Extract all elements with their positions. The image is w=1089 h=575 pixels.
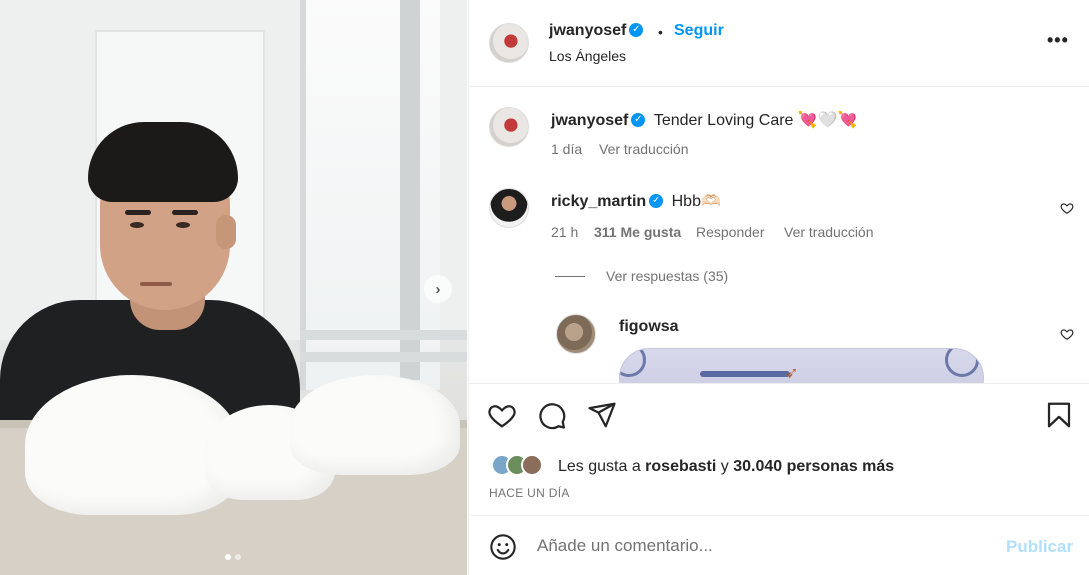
carousel-indicator bbox=[225, 554, 241, 560]
comments-section[interactable]: jwanyosef ✓ Tender Loving Care 💘🤍💘 1 día … bbox=[469, 88, 1089, 383]
caption-text: Tender Loving Care 💘🤍💘 bbox=[653, 112, 858, 129]
reply-comment: figowsa bbox=[619, 318, 679, 336]
post-location[interactable]: Los Ángeles bbox=[549, 48, 626, 64]
caption: jwanyosef ✓ Tender Loving Care 💘🤍💘 bbox=[551, 110, 858, 130]
caption-author[interactable]: jwanyosef bbox=[551, 112, 628, 129]
separator-dot: • bbox=[658, 24, 663, 40]
comment-input[interactable] bbox=[537, 534, 987, 558]
comment-bubble-icon[interactable] bbox=[537, 400, 567, 430]
post-timestamp[interactable]: HACE UN DÍA bbox=[489, 486, 570, 500]
comment-like-heart-icon[interactable] bbox=[1060, 201, 1074, 215]
follow-button[interactable]: Seguir bbox=[674, 22, 724, 40]
post-actions: Les gusta a rosebasti y 30.040 personas … bbox=[469, 383, 1089, 515]
share-paper-plane-icon[interactable] bbox=[587, 400, 617, 430]
avatar[interactable] bbox=[489, 107, 529, 147]
post-author[interactable]: jwanyosef ✓ bbox=[549, 22, 644, 40]
publish-button[interactable]: Publicar bbox=[1006, 537, 1073, 557]
liker-username[interactable]: rosebasti bbox=[645, 458, 716, 475]
avatar[interactable] bbox=[489, 23, 529, 63]
caption-translate-link[interactable]: Ver traducción bbox=[599, 141, 689, 157]
emoji-icon[interactable] bbox=[489, 533, 517, 561]
comment-author[interactable]: ricky_martin bbox=[551, 193, 646, 210]
likes-others[interactable]: 30.040 personas más bbox=[733, 458, 894, 475]
carousel-dot bbox=[235, 554, 241, 560]
like-heart-icon[interactable] bbox=[487, 400, 517, 430]
view-replies-button[interactable]: Ver respuestas (35) bbox=[606, 268, 728, 284]
photo-window-frame bbox=[400, 0, 420, 380]
save-bookmark-icon[interactable] bbox=[1044, 400, 1074, 430]
replies-divider bbox=[555, 276, 585, 277]
caption-time[interactable]: 1 día bbox=[551, 141, 582, 157]
comment-translate-link[interactable]: Ver traducción bbox=[784, 224, 874, 240]
more-options-icon[interactable]: ••• bbox=[1047, 30, 1069, 51]
post-detail-panel: jwanyosef ✓ • Seguir Los Ángeles ••• jwan… bbox=[468, 0, 1089, 575]
comment-like-heart-icon[interactable] bbox=[1060, 327, 1074, 341]
comment: ricky_martin ✓ Hbb🫶🏻 bbox=[551, 191, 721, 211]
verified-badge-icon: ✓ bbox=[649, 193, 664, 208]
comment-time[interactable]: 21 h bbox=[551, 224, 578, 240]
photo-window-rail bbox=[300, 352, 467, 362]
verified-badge-icon: ✓ bbox=[629, 22, 644, 37]
reply-button[interactable]: Responder bbox=[696, 224, 765, 240]
avatar[interactable] bbox=[489, 188, 529, 228]
likes-text[interactable]: Les gusta a rosebasti y 30.040 personas … bbox=[558, 458, 894, 476]
avatar[interactable] bbox=[556, 314, 596, 354]
comment-text: Hbb🫶🏻 bbox=[671, 193, 721, 210]
add-comment-bar: Publicar bbox=[469, 515, 1089, 575]
verified-badge-icon: ✓ bbox=[631, 112, 646, 127]
author-username[interactable]: jwanyosef bbox=[549, 22, 626, 39]
carousel-next-button[interactable]: › bbox=[424, 275, 452, 303]
carousel-dot-active bbox=[225, 554, 231, 560]
comment-likes-count[interactable]: 311 Me gusta bbox=[594, 224, 681, 240]
comment-author[interactable]: figowsa bbox=[619, 318, 679, 335]
photo-sculpture bbox=[290, 375, 460, 475]
chevron-right-icon: › bbox=[435, 280, 441, 298]
comment-gif-attachment[interactable]: ➶ bbox=[619, 348, 984, 383]
post-header: jwanyosef ✓ • Seguir Los Ángeles ••• bbox=[469, 0, 1089, 87]
post-media[interactable]: › bbox=[0, 0, 467, 575]
photo-window-rail bbox=[300, 330, 467, 340]
liker-avatar bbox=[521, 454, 543, 476]
